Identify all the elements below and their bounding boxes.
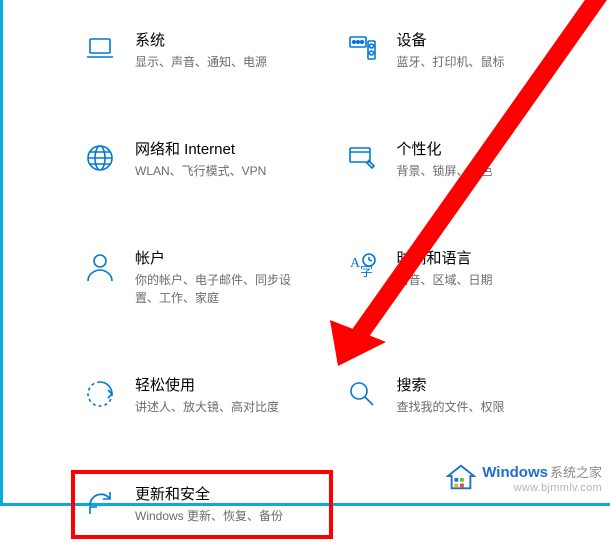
item-title: 更新和安全 [135, 484, 283, 505]
laptop-icon [83, 32, 117, 66]
item-title: 帐户 [135, 248, 305, 269]
watermark-url: www.bjmmlv.com [482, 482, 602, 494]
settings-item-personalize[interactable]: 个性化 背景、锁屏、颜色 [337, 129, 591, 190]
item-desc: 讲述人、放大镜、高对比度 [135, 398, 279, 416]
search-icon [345, 377, 379, 411]
item-title: 时间和语言 [397, 248, 493, 269]
watermark: Windows 系统之家 www.bjmmlv.com [446, 462, 602, 497]
item-desc: 背景、锁屏、颜色 [397, 162, 493, 180]
settings-item-search[interactable]: 搜索 查找我的文件、权限 [337, 365, 591, 426]
item-desc: 查找我的文件、权限 [397, 398, 505, 416]
item-title: 搜索 [397, 375, 505, 396]
settings-item-devices[interactable]: 设备 蓝牙、打印机、鼠标 [337, 20, 591, 81]
time-language-icon: A字 [345, 250, 379, 284]
item-desc: 显示、声音、通知、电源 [135, 53, 267, 71]
devices-icon [345, 32, 379, 66]
ease-icon [83, 377, 117, 411]
watermark-brand: Windows [482, 465, 548, 482]
settings-item-system[interactable]: 系统 显示、声音、通知、电源 [75, 20, 329, 81]
paint-icon [345, 141, 379, 175]
item-title: 网络和 Internet [135, 139, 266, 160]
item-title: 轻松使用 [135, 375, 279, 396]
item-title: 个性化 [397, 139, 493, 160]
settings-item-accounts[interactable]: 帐户 你的帐户、电子邮件、同步设置、工作、家庭 [75, 238, 329, 317]
item-desc: 你的帐户、电子邮件、同步设置、工作、家庭 [135, 271, 305, 307]
settings-item-update-security[interactable]: 更新和安全 Windows 更新、恢复、备份 [75, 474, 329, 535]
item-title: 系统 [135, 30, 267, 51]
item-title: 设备 [397, 30, 505, 51]
settings-item-time-language[interactable]: A字 时间和语言 语音、区域、日期 [337, 238, 591, 317]
item-desc: 语音、区域、日期 [397, 271, 493, 289]
globe-icon [83, 141, 117, 175]
settings-item-network[interactable]: 网络和 Internet WLAN、飞行模式、VPN [75, 129, 329, 190]
item-desc: 蓝牙、打印机、鼠标 [397, 53, 505, 71]
settings-item-ease-of-access[interactable]: 轻松使用 讲述人、放大镜、高对比度 [75, 365, 329, 426]
user-icon [83, 250, 117, 284]
item-desc: WLAN、飞行模式、VPN [135, 162, 266, 180]
item-desc: Windows 更新、恢复、备份 [135, 507, 283, 525]
watermark-cn: 系统之家 [550, 466, 602, 480]
house-icon [446, 462, 476, 497]
update-icon [83, 486, 117, 520]
